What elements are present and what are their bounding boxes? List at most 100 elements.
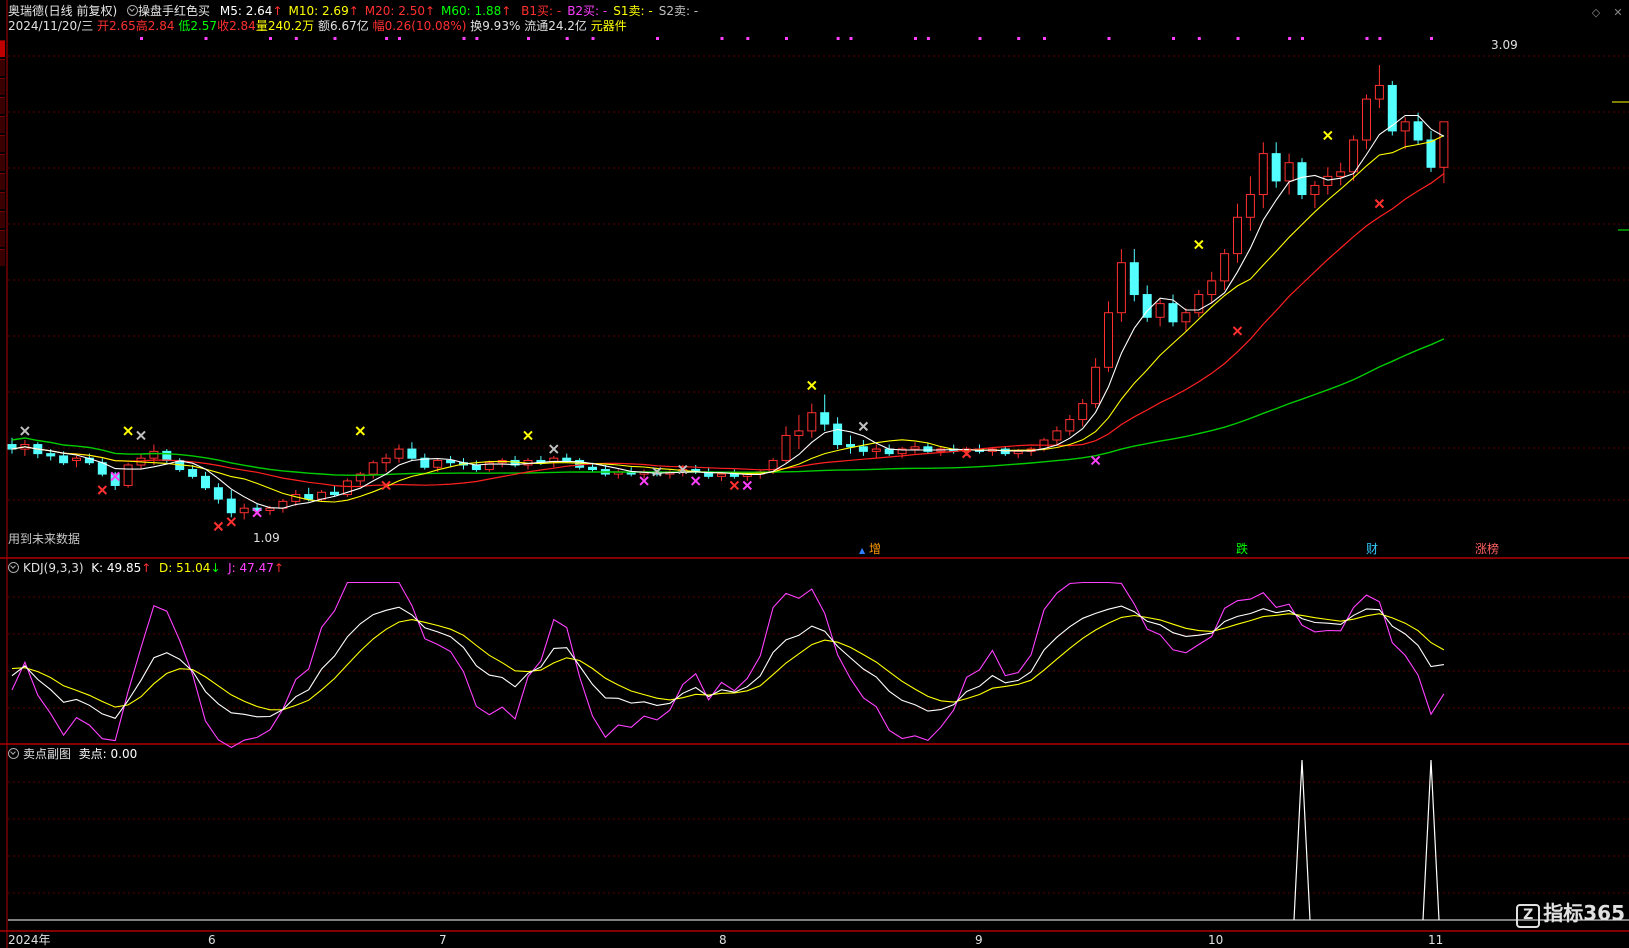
side-tab[interactable] — [0, 230, 5, 247]
side-tab[interactable] — [0, 211, 5, 228]
x-marker — [1194, 239, 1204, 250]
candle-body — [471, 464, 481, 471]
side-tab[interactable] — [0, 97, 5, 114]
signal-dot — [926, 37, 930, 40]
open-value: 开2.65 — [97, 19, 136, 33]
ma-arrow-1: ↑ — [348, 4, 359, 18]
candle-body — [433, 459, 443, 468]
indicator-name[interactable]: 操盘手红色买 — [138, 4, 210, 18]
candle-body — [807, 412, 817, 432]
signal-dot — [527, 37, 530, 40]
logo-mark-icon: Z — [1516, 904, 1541, 928]
side-tab[interactable] — [0, 249, 5, 266]
candle-body — [1439, 121, 1449, 168]
event-marker[interactable]: 财 — [1366, 543, 1378, 556]
signal-dot — [914, 37, 917, 40]
side-tab[interactable] — [0, 173, 5, 190]
candle-body — [1374, 84, 1384, 100]
side-tab[interactable] — [0, 135, 5, 152]
high-price-label: 3.09 — [1491, 38, 1518, 52]
side-tab[interactable] — [0, 59, 5, 76]
kdj-k-arrow: ↑ — [141, 561, 152, 575]
candle-body — [59, 455, 69, 464]
candle-body — [446, 459, 456, 464]
candle-body — [1362, 98, 1371, 141]
signal-dot — [333, 37, 337, 40]
indicator-toggle-icon[interactable] — [127, 5, 139, 16]
candle-body — [781, 434, 791, 461]
event-marker[interactable]: 跌 — [1236, 543, 1248, 556]
x-marker — [355, 426, 366, 436]
candle-body — [239, 507, 249, 514]
event-marker[interactable]: 涨榜 — [1475, 543, 1499, 556]
candle-body — [1233, 216, 1242, 255]
signal-dot — [1172, 37, 1175, 40]
x-axis-label: 9 — [975, 933, 983, 947]
ma-arrow-0: ↑ — [272, 4, 283, 18]
side-tab[interactable] — [0, 116, 5, 133]
candle-body — [1013, 450, 1023, 455]
brand-logo: Z 指标365 — [1516, 902, 1625, 928]
x-marker — [807, 380, 817, 391]
signal-dot — [385, 37, 389, 40]
candle-body — [226, 498, 236, 514]
chart-canvas[interactable] — [0, 0, 1629, 948]
candle-body — [72, 457, 81, 461]
candle-body — [588, 466, 597, 471]
sell-toggle-icon[interactable] — [8, 748, 19, 759]
signal-dot — [836, 37, 840, 40]
candle-body — [794, 430, 804, 436]
candle-body — [149, 450, 159, 459]
event-marker[interactable]: ▲ 增 — [859, 543, 881, 557]
x-axis-label: 8 — [719, 933, 727, 947]
x-marker — [1090, 455, 1101, 466]
candle-body — [1284, 162, 1294, 182]
candle-body — [1129, 262, 1139, 296]
signal-value-2: S1卖: - — [613, 4, 653, 18]
ma5-line — [11, 114, 1445, 509]
side-tab[interactable] — [0, 192, 5, 209]
kdj-toggle-icon[interactable] — [8, 562, 19, 573]
kdj-title[interactable]: KDJ(9,3,3) — [23, 561, 84, 575]
collapse-icon[interactable]: ◇ — [1590, 7, 1602, 19]
x-axis-label: 7 — [439, 933, 447, 947]
candle-body — [871, 448, 881, 452]
signal-value-0: B1买: - — [521, 4, 562, 18]
x-axis-label: 2024年 — [8, 933, 51, 947]
ma-value-1: M10: 2.69 — [288, 4, 349, 18]
candle-body — [717, 473, 726, 477]
x-marker — [729, 480, 740, 491]
close-icon[interactable]: ✕ — [1612, 7, 1624, 19]
side-tab[interactable] — [0, 78, 5, 95]
sector-value: 元器件 — [590, 19, 627, 33]
ma-arrow-2: ↑ — [424, 4, 436, 18]
x-marker — [549, 444, 559, 454]
signal-dot — [746, 37, 750, 40]
signal-dot — [1288, 37, 1292, 40]
kdj-j-line — [11, 581, 1445, 749]
change-value: 幅0.26(10.08%) — [372, 19, 467, 33]
stock-name[interactable]: 奥瑞德(日线 前复权) — [8, 4, 117, 18]
candle-body — [1091, 366, 1101, 405]
candle-body — [846, 444, 855, 448]
candle-body — [1323, 175, 1333, 186]
x-marker — [97, 485, 108, 495]
signal-dot — [591, 37, 595, 40]
side-tab[interactable] — [0, 40, 5, 57]
ma20-line — [11, 173, 1445, 488]
amount-value: 额6.67亿 — [318, 19, 369, 33]
candle-body — [213, 487, 223, 500]
signal-dot — [1107, 37, 1111, 40]
ma10-line — [11, 135, 1445, 503]
sell-title[interactable]: 卖点副图 — [23, 747, 71, 761]
signal-dot — [656, 37, 659, 40]
side-tabs[interactable] — [0, 40, 5, 470]
volume-value: 量240.2万 — [255, 19, 315, 33]
signal-dot — [1017, 37, 1021, 40]
candle-body — [1116, 262, 1126, 314]
side-tab[interactable] — [0, 154, 5, 171]
signal-dot — [1043, 37, 1046, 40]
sell-title-bar: 卖点副图 卖点: 0.00 — [8, 747, 137, 761]
sell-spike — [1293, 759, 1311, 921]
kdj-j-arrow: ↑ — [273, 561, 284, 575]
